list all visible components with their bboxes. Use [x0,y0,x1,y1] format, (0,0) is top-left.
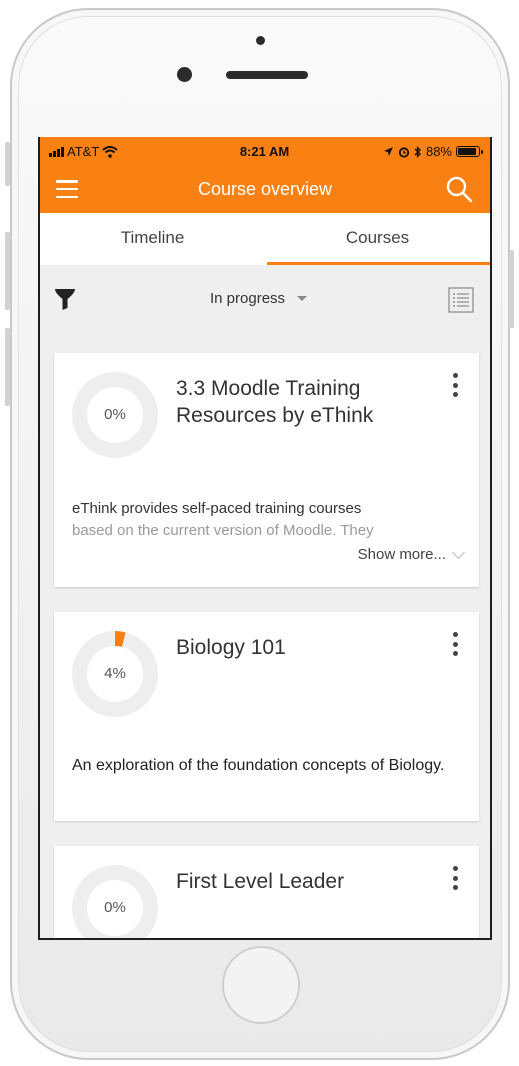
course-progress-label: 0% [104,406,126,423]
app-header: Course overview [40,166,490,213]
app-screen: AT&T 8:21 AM 88% Course overview Timelin… [38,137,492,940]
funnel-icon[interactable] [54,287,76,311]
progress-filter-value: In progress [210,290,286,307]
volume-up-button [5,232,10,310]
tab-bar: Timeline Courses [40,213,490,265]
more-options-icon[interactable] [449,371,461,399]
power-button [509,250,514,328]
progress-filter-select[interactable]: In progress [210,290,308,307]
earpiece-speaker [226,71,308,79]
chevron-down-icon [297,296,308,301]
hamburger-icon[interactable] [56,180,78,198]
course-summary: eThink provides self-paced training cour… [72,498,467,542]
more-options-icon[interactable] [449,864,461,892]
proximity-sensor [256,36,265,45]
course-title[interactable]: Biology 101 [176,634,426,661]
status-right: 88% [330,144,483,159]
home-button[interactable] [222,946,300,1024]
course-card[interactable]: 4% Biology 101 An exploration of the fou… [54,612,479,821]
tab-courses[interactable]: Courses [265,213,490,265]
search-icon[interactable] [444,174,474,204]
carrier-label: AT&T [67,144,100,159]
page-title: Course overview [197,179,333,199]
course-summary: An exploration of the foundation concept… [72,757,445,774]
course-title[interactable]: First Level Leader [176,868,426,895]
course-card[interactable]: 0% First Level Leader [54,846,479,938]
status-time: 8:21 AM [239,144,290,159]
show-more-button[interactable]: Show more... [357,545,465,563]
filter-bar: In progress [40,265,490,340]
battery-icon [456,146,483,157]
volume-down-button [5,328,10,406]
course-summary-line: eThink provides self-paced training cour… [72,500,362,517]
signal-icon [49,146,64,157]
battery-level [458,148,476,155]
front-camera [177,67,192,82]
tab-timeline[interactable]: Timeline [40,213,265,265]
course-progress-label: 0% [104,899,126,916]
battery-percent: 88% [425,144,452,159]
list-view-icon[interactable] [448,287,474,313]
course-progress-label: 4% [104,665,126,682]
chevron-down-icon [452,545,465,559]
course-title[interactable]: 3.3 Moodle Training Resources by eThink [176,375,426,429]
status-left: AT&T [49,144,199,159]
more-options-icon[interactable] [449,630,461,658]
bluetooth-icon [414,145,421,158]
status-bar: AT&T 8:21 AM 88% [40,137,490,166]
alarm-icon [398,146,410,158]
location-icon [383,147,393,156]
course-card[interactable]: 0% 3.3 Moodle Training Resources by eThi… [54,353,479,587]
show-more-label: Show more... [357,546,446,563]
wifi-icon [102,145,118,158]
course-summary-faded-line: based on the current version of Moodle. … [72,522,374,539]
mute-switch [5,142,10,186]
